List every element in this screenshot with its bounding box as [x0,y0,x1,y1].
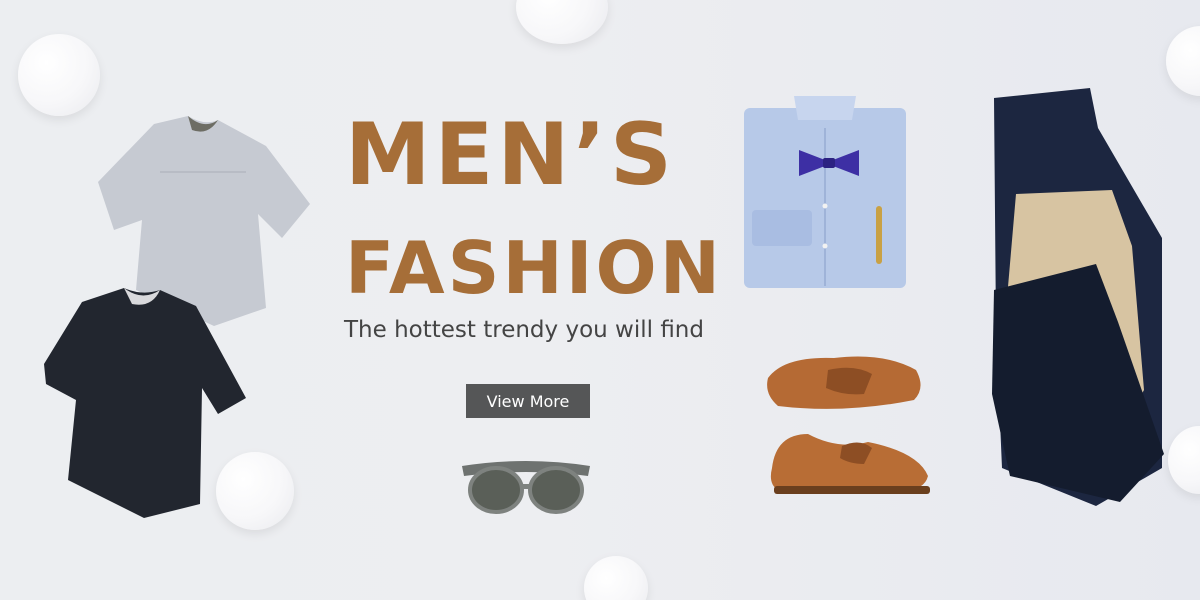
view-more-button[interactable]: View More [466,384,590,418]
black-tshirt-image [44,288,246,518]
brown-shoe-top-image [767,356,921,409]
decor-bubble [584,556,648,600]
hero-banner: MEN’S FASHION The hottest trendy you wil… [0,0,1200,600]
decor-bubble [18,34,100,116]
headline-line1: MEN’S [345,105,676,205]
sunglasses-image [462,461,590,514]
decor-bubble [1166,26,1200,96]
decor-bubble [516,0,608,44]
headline-line2: FASHION [345,226,724,310]
decor-bubble [1168,426,1200,494]
tagline: The hottest trendy you will find [344,317,704,343]
black-chinos-image [992,264,1164,502]
blue-dress-shirt-image [744,96,906,288]
brown-shoe-bottom-image [770,434,930,494]
bow-tie-image [799,150,859,176]
